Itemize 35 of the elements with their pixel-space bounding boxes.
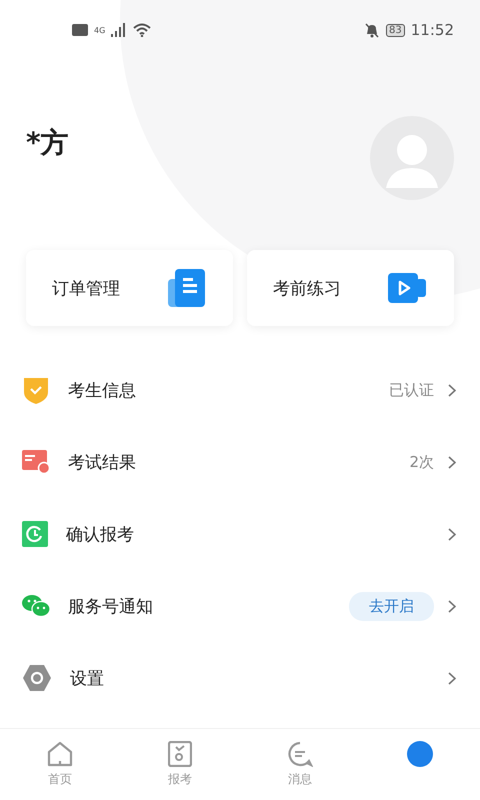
clock-time: 11:52: [410, 21, 454, 39]
clock-icon: [22, 521, 48, 547]
card-label: 考前练习: [273, 278, 341, 300]
signal-icon: [111, 23, 128, 37]
home-icon: [47, 741, 73, 767]
document-icon: [167, 267, 207, 309]
menu-label[interactable]: 确认报考: [66, 522, 448, 546]
battery-level: 83: [386, 24, 405, 36]
menu-label[interactable]: 设置: [70, 666, 448, 690]
menu-label[interactable]: 服务号通知: [68, 594, 349, 618]
message-icon: [287, 741, 313, 767]
menu-label[interactable]: 考生信息: [68, 378, 389, 402]
chevron-right-icon: [448, 528, 456, 540]
shortcut-card[interactable]: 考前练习: [247, 250, 454, 326]
menu-value: 已认证: [389, 380, 434, 400]
chevron-right-icon: [448, 384, 456, 396]
video-camera-icon: [388, 271, 428, 305]
chevron-right-icon: [448, 672, 456, 684]
wifi-icon: [133, 23, 152, 37]
shield-icon: [22, 375, 50, 405]
menu-value: 2次: [409, 452, 434, 472]
enable-button[interactable]: 去开启: [349, 592, 434, 620]
profile-icon: [407, 741, 433, 767]
clipboard-icon: [168, 741, 192, 767]
chevron-right-icon: [448, 600, 456, 612]
user-name: *方: [26, 125, 69, 161]
network-type: 4G: [94, 26, 106, 34]
card-icon: [22, 449, 50, 475]
chat-icon: [22, 594, 50, 618]
menu-label[interactable]: 考试结果: [68, 450, 410, 474]
card-label: 订单管理: [52, 278, 120, 300]
chevron-right-icon: [448, 456, 456, 468]
shortcut-card[interactable]: 订单管理: [26, 250, 233, 326]
settings-icon: [22, 664, 52, 692]
bell-muted-icon: [364, 22, 380, 38]
